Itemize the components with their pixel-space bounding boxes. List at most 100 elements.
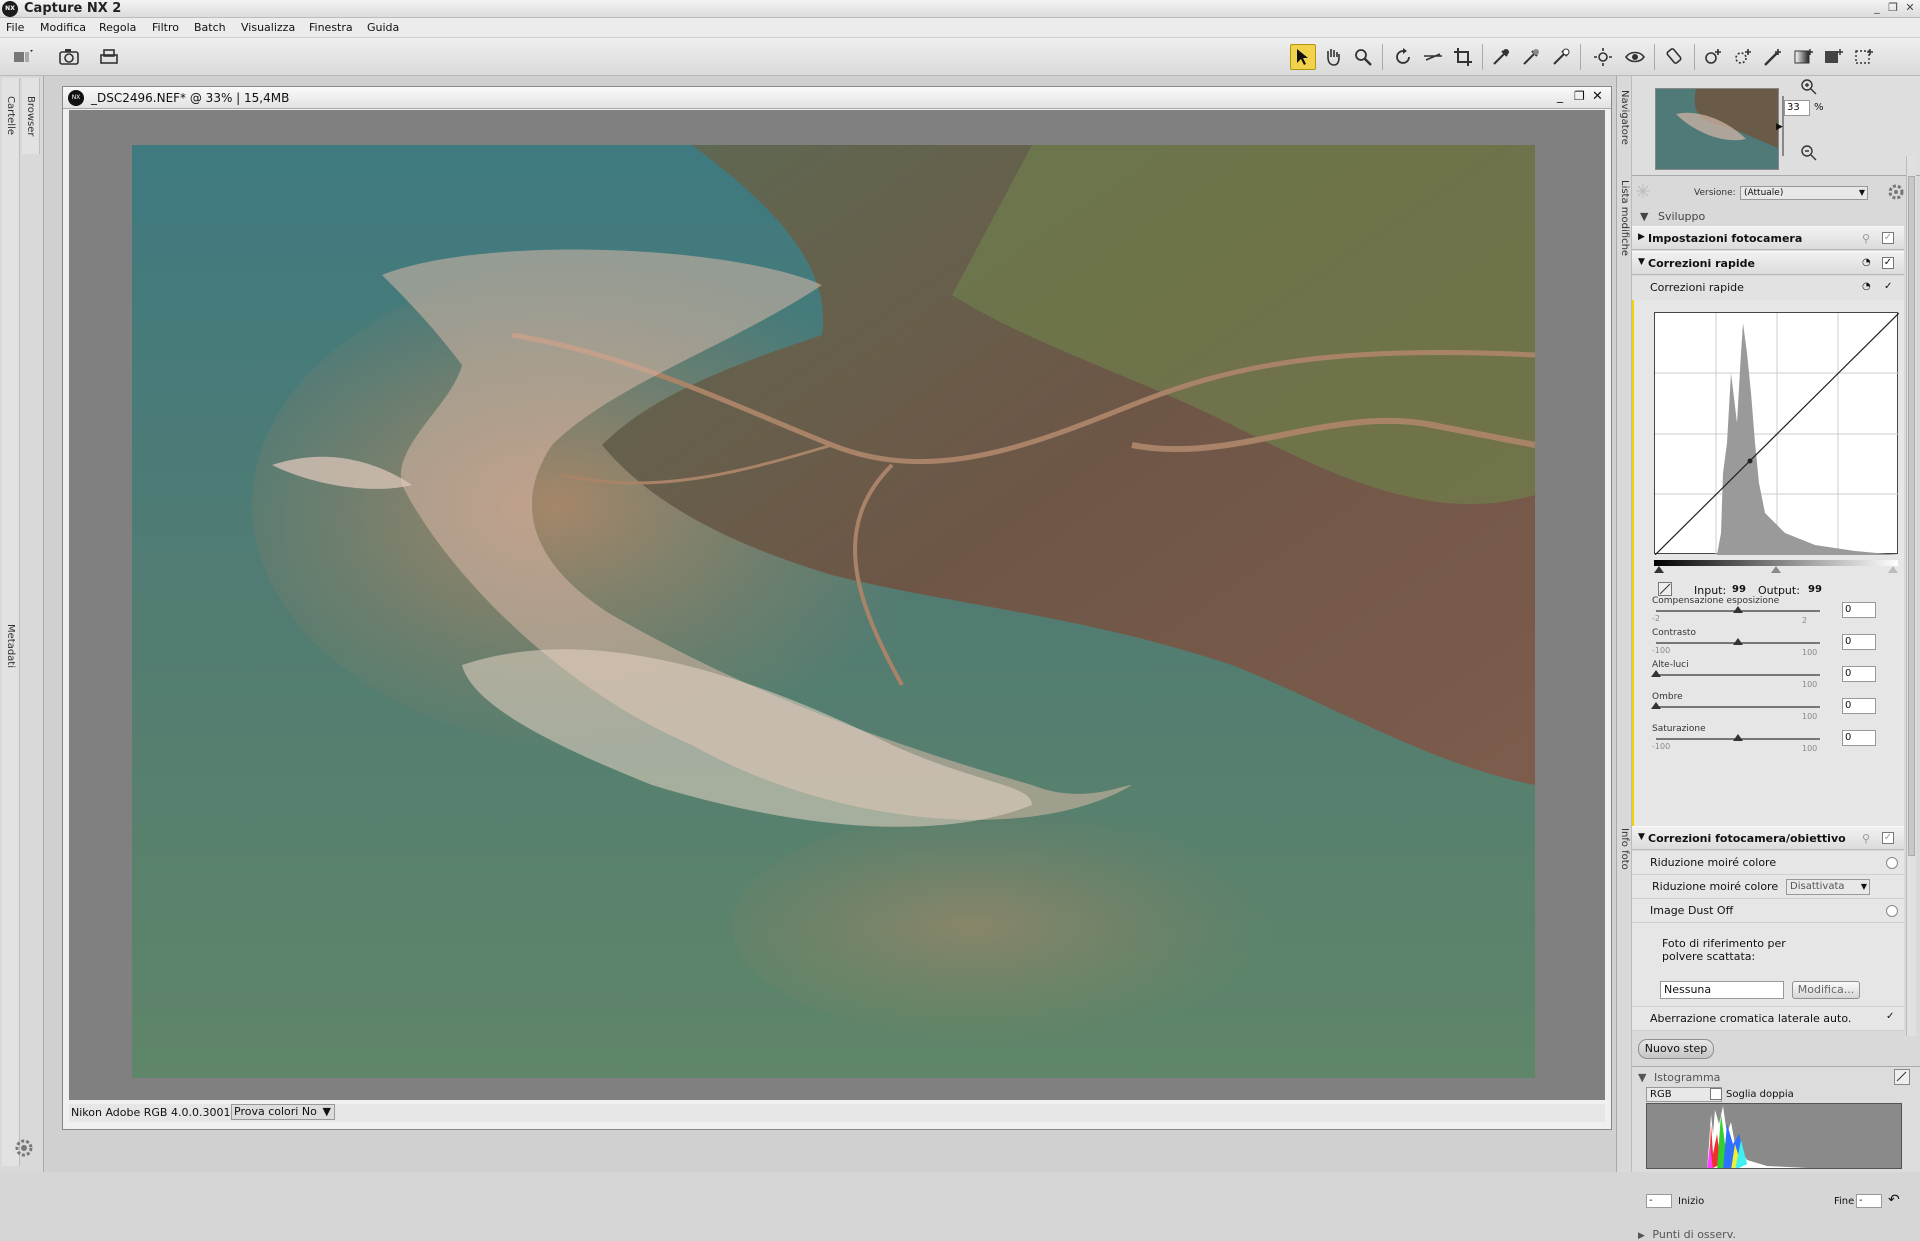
workspace-icon[interactable] <box>10 44 36 70</box>
tab-navigatore[interactable]: Navigatore <box>1619 90 1630 145</box>
slider-value-field[interactable]: 0 <box>1842 666 1876 682</box>
tab-browser[interactable]: Browser <box>22 78 40 154</box>
inizio-field[interactable]: - <box>1646 1194 1672 1208</box>
menu-filtro[interactable]: Filtro <box>152 21 179 34</box>
eye-icon[interactable] <box>1622 44 1648 70</box>
correzioni-rapide-sub[interactable]: Correzioni rapide ◔ ✓ <box>1632 276 1904 300</box>
curves-range-handles[interactable] <box>1654 566 1898 573</box>
retouch-brush-icon[interactable] <box>1662 44 1688 70</box>
neutral-point-icon[interactable] <box>1518 44 1544 70</box>
menu-visualizza[interactable]: Visualizza <box>241 21 295 34</box>
slider-track[interactable] <box>1656 674 1820 676</box>
menu-file[interactable]: File <box>6 21 24 34</box>
modifica-button[interactable]: Modifica... <box>1792 981 1860 999</box>
version-dropdown[interactable]: (Attuale) ▼ <box>1740 186 1868 200</box>
control-point-bw-icon[interactable] <box>1730 44 1756 70</box>
direct-select-tool-icon[interactable] <box>1290 44 1316 70</box>
impostazioni-fotocamera-step[interactable]: ▶ Impostazioni fotocamera ⚲ ✓ <box>1632 226 1904 250</box>
check-icon[interactable]: ✓ <box>1884 281 1892 292</box>
zoom-in-icon[interactable] <box>1800 78 1818 96</box>
zoom-tool-icon[interactable] <box>1350 44 1376 70</box>
camera-lens-step[interactable]: ▼ Correzioni fotocamera/obiettivo ⚲ ✓ <box>1632 826 1904 850</box>
impostazioni-checkbox[interactable]: ✓ <box>1882 232 1894 244</box>
slider-value-field[interactable]: 0 <box>1842 602 1876 618</box>
aberrazione-row[interactable]: Aberrazione cromatica laterale auto. ✓ <box>1632 1007 1904 1031</box>
white-point-icon[interactable] <box>1548 44 1574 70</box>
print-icon[interactable] <box>96 44 122 70</box>
histogram-header[interactable]: ▼ Istogramma <box>1638 1071 1720 1084</box>
nuovo-step-button[interactable]: Nuovo step <box>1638 1039 1714 1059</box>
slider-track[interactable] <box>1656 706 1820 708</box>
slider-thumb[interactable] <box>1733 606 1743 613</box>
moire-row[interactable]: Riduzione moiré colore <box>1632 851 1904 875</box>
white-handle[interactable] <box>1888 566 1898 573</box>
slider-value-field[interactable]: 0 <box>1842 698 1876 714</box>
dust-off-radio[interactable] <box>1886 905 1898 917</box>
minimize-button[interactable]: _ <box>1870 1 1884 15</box>
gradient-icon[interactable] <box>1790 44 1816 70</box>
rotate-icon[interactable] <box>1390 44 1416 70</box>
navigator-thumbnail[interactable] <box>1655 88 1779 170</box>
tab-lista-modifiche[interactable]: Lista modifiche <box>1619 180 1630 256</box>
opacity-icon[interactable]: ◔ <box>1862 257 1871 268</box>
menu-finestra[interactable]: Finestra <box>309 21 353 34</box>
link-icon[interactable]: ⚲ <box>1862 232 1870 245</box>
soglia-checkbox[interactable] <box>1710 1088 1722 1100</box>
gamma-handle[interactable] <box>1771 566 1781 573</box>
slider-value-field[interactable]: 0 <box>1842 730 1876 746</box>
straighten-icon[interactable] <box>1420 44 1446 70</box>
slider-thumb[interactable] <box>1733 638 1743 645</box>
restore-button[interactable]: ❐ <box>1886 1 1900 15</box>
auto-contrast-icon[interactable] <box>1658 582 1672 596</box>
softproof-dropdown[interactable]: Prova colori No ▼ <box>231 1104 335 1120</box>
link-icon[interactable]: ⚲ <box>1862 832 1870 845</box>
curves-graph[interactable] <box>1654 312 1900 556</box>
menu-regola[interactable]: Regola <box>99 21 136 34</box>
zoom-slider-thumb[interactable]: ▶ <box>1776 122 1783 132</box>
crop-icon[interactable] <box>1450 44 1476 70</box>
brush-icon[interactable] <box>1760 44 1786 70</box>
slider-value-field[interactable]: 0 <box>1842 634 1876 650</box>
punti-header[interactable]: ▶ Punti di osserv. <box>1638 1228 1736 1241</box>
scrollbar-thumb[interactable] <box>1908 176 1915 856</box>
dust-off-row[interactable]: Image Dust Off <box>1632 899 1904 923</box>
black-handle[interactable] <box>1654 566 1664 573</box>
zoom-field[interactable]: 33 <box>1784 100 1810 116</box>
moire-dropdown[interactable]: Disattivata ▼ <box>1786 879 1870 895</box>
correzioni-rapide-checkbox[interactable]: ✓ <box>1882 257 1894 269</box>
menu-modifica[interactable]: Modifica <box>40 21 86 34</box>
camera-lens-checkbox[interactable]: ✓ <box>1882 832 1894 844</box>
slider-thumb[interactable] <box>1651 702 1661 709</box>
fill-remove-icon[interactable] <box>1820 44 1846 70</box>
dust-ref-field[interactable]: Nessuna <box>1660 981 1784 999</box>
hand-tool-icon[interactable] <box>1320 44 1346 70</box>
settings-gear-icon[interactable] <box>12 1136 36 1160</box>
opacity-icon[interactable]: ◔ <box>1862 281 1871 292</box>
correzioni-rapide-step[interactable]: ▼ Correzioni rapide ◔ ✓ <box>1632 251 1904 275</box>
photo-image[interactable] <box>132 145 1535 1078</box>
fine-field[interactable]: - <box>1856 1194 1882 1208</box>
slider-thumb[interactable] <box>1651 670 1661 677</box>
doc-minimize-button[interactable]: _ <box>1557 89 1563 103</box>
red-eye-icon[interactable] <box>1590 44 1616 70</box>
menu-batch[interactable]: Batch <box>194 21 226 34</box>
tab-cartelle[interactable]: Cartelle <box>2 78 20 608</box>
tab-metadati[interactable]: Metadati <box>2 606 20 1166</box>
control-point-color-icon[interactable] <box>1700 44 1726 70</box>
menu-guida[interactable]: Guida <box>367 21 399 34</box>
black-point-icon[interactable] <box>1488 44 1514 70</box>
settings-gear-icon[interactable] <box>1886 182 1908 202</box>
histogram-options-icon[interactable] <box>1894 1069 1910 1085</box>
tab-info-foto[interactable]: Info foto <box>1619 828 1630 870</box>
aberrazione-check-icon[interactable]: ✓ <box>1886 1011 1894 1022</box>
zoom-out-icon[interactable] <box>1800 144 1818 162</box>
edit-list-scrollbar[interactable] <box>1906 156 1916 1036</box>
moire-radio[interactable] <box>1886 857 1898 869</box>
sviluppo-header[interactable]: ▼ Sviluppo <box>1640 210 1705 223</box>
close-button[interactable]: ✕ <box>1903 1 1917 15</box>
doc-close-button[interactable]: ✕ <box>1592 89 1603 104</box>
slider-thumb[interactable] <box>1733 734 1743 741</box>
marquee-icon[interactable] <box>1850 44 1876 70</box>
reset-icon[interactable]: ↶ <box>1888 1192 1900 1208</box>
camera-icon[interactable] <box>56 44 82 70</box>
